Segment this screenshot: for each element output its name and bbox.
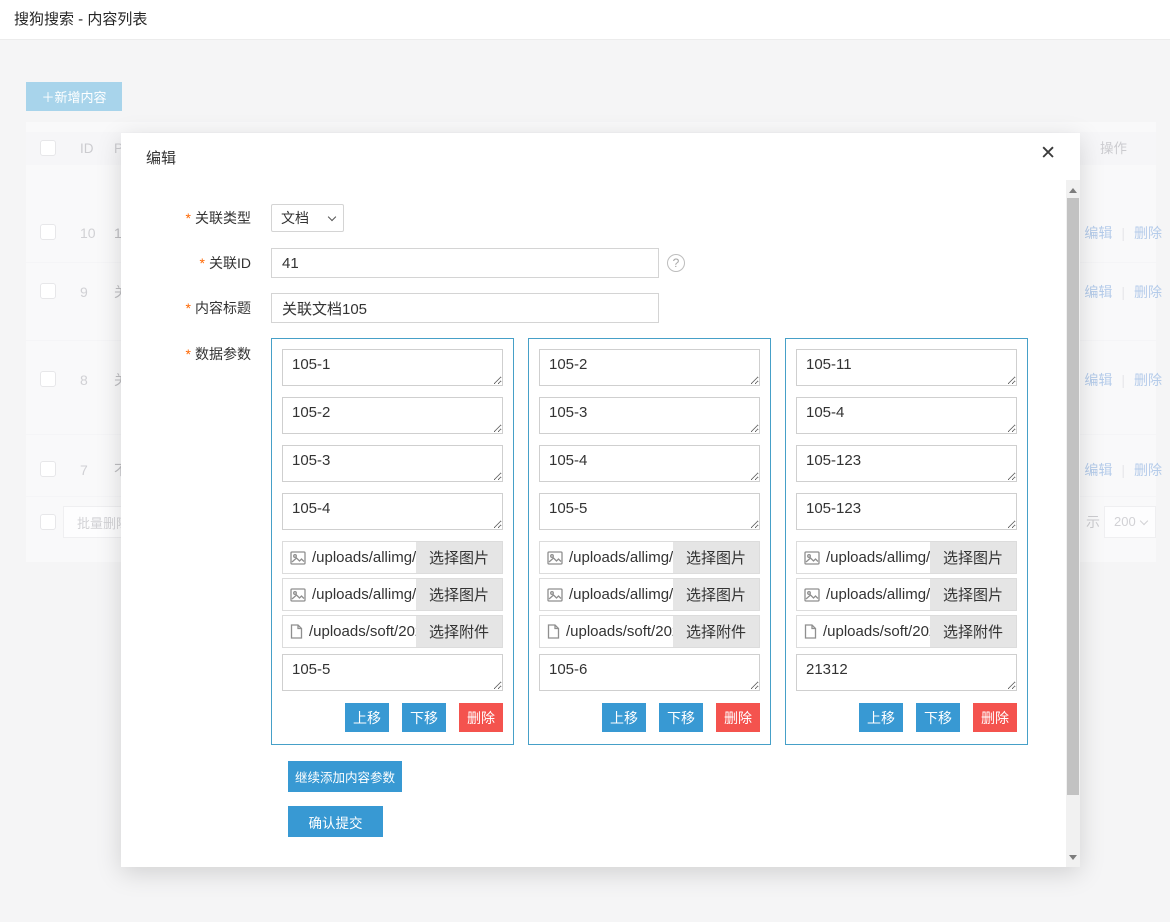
image-path-value: /uploads/allimg/2 <box>312 586 416 603</box>
image-path-value: /uploads/allimg/2 <box>826 586 930 603</box>
attach-path-value: /uploads/soft/202 <box>309 623 416 640</box>
param-textarea[interactable]: 105-3 <box>282 445 503 482</box>
scrollbar-thumb[interactable] <box>1067 198 1079 795</box>
param-group-3: 105-11 105-4 105-123 105-123 /uploads/al… <box>785 338 1028 745</box>
param-textarea[interactable]: 105-4 <box>539 445 760 482</box>
relation-type-select[interactable]: 文档 <box>271 204 344 232</box>
param-textarea[interactable]: 105-5 <box>282 654 503 691</box>
image-path-value: /uploads/allimg/2 <box>312 549 416 566</box>
relation-id-input[interactable] <box>271 248 659 278</box>
attach-path-value: /uploads/soft/202 <box>823 623 930 640</box>
image-icon <box>547 588 563 602</box>
image-icon <box>547 551 563 565</box>
move-down-button[interactable]: 下移 <box>402 703 446 732</box>
modal-scrollbar <box>1066 180 1080 867</box>
image-upload-row: /uploads/allimg/2 选择图片 <box>539 541 760 574</box>
select-image-button[interactable]: 选择图片 <box>416 542 502 573</box>
param-textarea[interactable]: 105-123 <box>796 445 1017 482</box>
param-groups: 105-1 105-2 105-3 105-4 /uploads/allimg/… <box>271 338 1028 745</box>
relation-id-label: 关联ID <box>209 255 251 271</box>
attachment-upload-row: /uploads/soft/202 选择附件 <box>796 615 1017 648</box>
delete-group-button[interactable]: 删除 <box>459 703 503 732</box>
required-marker: * <box>186 346 191 362</box>
file-icon <box>547 624 560 639</box>
required-marker: * <box>186 300 191 316</box>
file-icon <box>804 624 817 639</box>
param-textarea[interactable]: 105-4 <box>796 397 1017 434</box>
image-upload-row: /uploads/allimg/2 选择图片 <box>282 578 503 611</box>
move-down-button[interactable]: 下移 <box>916 703 960 732</box>
select-attachment-button[interactable]: 选择附件 <box>930 616 1016 647</box>
delete-group-button[interactable]: 删除 <box>716 703 760 732</box>
image-upload-row: /uploads/allimg/2 选择图片 <box>539 578 760 611</box>
param-group-1: 105-1 105-2 105-3 105-4 /uploads/allimg/… <box>271 338 514 745</box>
delete-group-button[interactable]: 删除 <box>973 703 1017 732</box>
image-upload-row: /uploads/allimg/2 选择图片 <box>796 578 1017 611</box>
select-attachment-button[interactable]: 选择附件 <box>416 616 502 647</box>
param-textarea[interactable]: 105-4 <box>282 493 503 530</box>
param-textarea[interactable]: 105-1 <box>282 349 503 386</box>
param-group-2: 105-2 105-3 105-4 105-5 /uploads/allimg/… <box>528 338 771 745</box>
image-icon <box>804 551 820 565</box>
param-textarea[interactable]: 21312 <box>796 654 1017 691</box>
attach-path-value: /uploads/soft/202 <box>566 623 673 640</box>
image-upload-row: /uploads/allimg/2 选择图片 <box>282 541 503 574</box>
edit-modal: 编辑 ✕ *关联类型 文档 *关联ID ? *内容标 <box>121 133 1080 867</box>
top-header-bar: 搜狗搜索 - 内容列表 <box>0 0 1170 40</box>
required-marker: * <box>200 255 205 271</box>
data-params-label: 数据参数 <box>195 346 251 362</box>
image-icon <box>804 588 820 602</box>
file-icon <box>290 624 303 639</box>
modal-body: *关联类型 文档 *关联ID ? *内容标题 <box>121 180 1066 867</box>
select-attachment-button[interactable]: 选择附件 <box>673 616 759 647</box>
close-icon[interactable]: ✕ <box>1040 144 1056 163</box>
field-content-title: *内容标题 <box>146 293 1066 323</box>
image-path-value: /uploads/allimg/2 <box>569 549 673 566</box>
param-textarea[interactable]: 105-5 <box>539 493 760 530</box>
help-question-icon[interactable]: ? <box>667 254 685 272</box>
param-textarea[interactable]: 105-2 <box>539 349 760 386</box>
required-marker: * <box>186 210 191 226</box>
relation-type-label: 关联类型 <box>195 210 251 226</box>
param-textarea[interactable]: 105-2 <box>282 397 503 434</box>
image-path-value: /uploads/allimg/2 <box>826 549 930 566</box>
scroll-up-arrow[interactable] <box>1066 182 1080 198</box>
image-icon <box>290 551 306 565</box>
move-up-button[interactable]: 上移 <box>345 703 389 732</box>
param-textarea[interactable]: 105-11 <box>796 349 1017 386</box>
page-title: 搜狗搜索 - 内容列表 <box>14 0 147 40</box>
add-more-params-button[interactable]: 继续添加内容参数 <box>288 761 402 792</box>
select-image-button[interactable]: 选择图片 <box>416 579 502 610</box>
content-title-label: 内容标题 <box>195 300 251 316</box>
image-icon <box>290 588 306 602</box>
field-data-params: *数据参数 105-1 105-2 105-3 105-4 /uploads/a… <box>146 338 1066 745</box>
select-image-button[interactable]: 选择图片 <box>930 542 1016 573</box>
select-image-button[interactable]: 选择图片 <box>673 542 759 573</box>
attachment-upload-row: /uploads/soft/202 选择附件 <box>539 615 760 648</box>
image-path-value: /uploads/allimg/2 <box>569 586 673 603</box>
scroll-down-arrow[interactable] <box>1066 849 1080 865</box>
param-textarea[interactable]: 105-6 <box>539 654 760 691</box>
modal-title: 编辑 <box>146 147 176 168</box>
move-up-button[interactable]: 上移 <box>602 703 646 732</box>
param-textarea[interactable]: 105-123 <box>796 493 1017 530</box>
attachment-upload-row: /uploads/soft/202 选择附件 <box>282 615 503 648</box>
field-relation-type: *关联类型 文档 <box>146 203 1066 233</box>
image-upload-row: /uploads/allimg/2 选择图片 <box>796 541 1017 574</box>
move-up-button[interactable]: 上移 <box>859 703 903 732</box>
param-textarea[interactable]: 105-3 <box>539 397 760 434</box>
select-image-button[interactable]: 选择图片 <box>930 579 1016 610</box>
field-relation-id: *关联ID ? <box>146 248 1066 278</box>
move-down-button[interactable]: 下移 <box>659 703 703 732</box>
select-image-button[interactable]: 选择图片 <box>673 579 759 610</box>
content-title-input[interactable] <box>271 293 659 323</box>
confirm-submit-button[interactable]: 确认提交 <box>288 806 383 837</box>
